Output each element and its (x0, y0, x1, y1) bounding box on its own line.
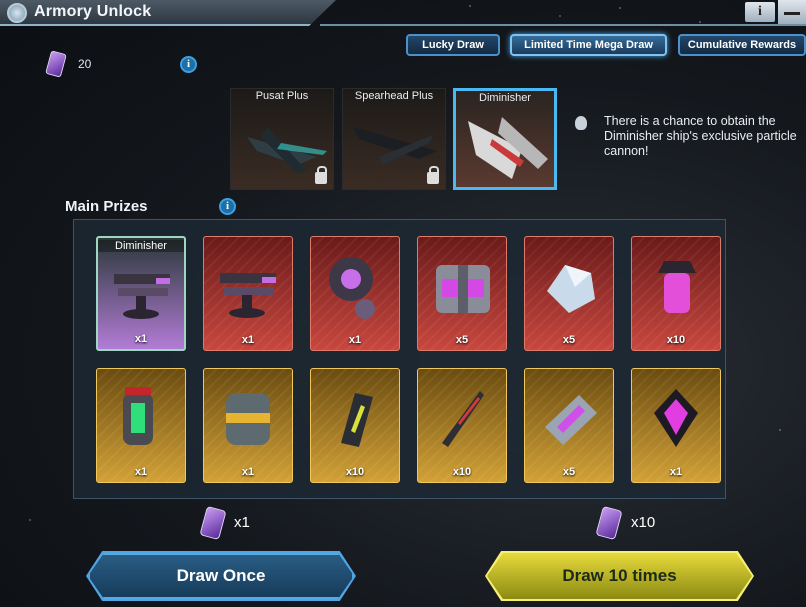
prize-card[interactable]: x10 (631, 236, 721, 351)
battery-pack-icon (545, 395, 597, 445)
dark-crystal-icon (654, 389, 698, 447)
currency-info-icon[interactable]: i (180, 56, 197, 73)
prize-card[interactable]: x10 (310, 368, 400, 483)
draw-ten-cost: x10 (631, 514, 656, 531)
tab-lucky-draw[interactable]: Lucky Draw (406, 34, 500, 56)
hint-text: There is a chance to obtain the Diminish… (604, 114, 797, 158)
core-module-icon (329, 257, 375, 319)
title-bar: Armory Unlock (0, 0, 336, 26)
ship-label: Pusat Plus (255, 90, 309, 102)
ship-image-diminisher (468, 117, 548, 179)
particle-cannon-icon (114, 274, 170, 319)
main-prizes-info-icon[interactable]: i (219, 198, 236, 215)
ship-image-pusat-plus (247, 127, 327, 173)
draw-ten-times-button[interactable]: Draw 10 times (487, 553, 752, 599)
prize-card[interactable]: x1 (96, 368, 186, 483)
prize-quantity: x1 (348, 334, 362, 346)
hint-icon (575, 116, 587, 130)
currency-count: 20 (78, 57, 92, 71)
fuel-canister-icon (123, 387, 153, 445)
ship-option-diminisher[interactable]: Diminisher (453, 88, 557, 190)
barrel-icon (226, 393, 270, 445)
minimize-button[interactable] (778, 0, 806, 24)
tab-cumulative-rewards[interactable]: Cumulative Rewards (678, 34, 806, 56)
lock-icon (315, 166, 327, 184)
prize-card[interactable]: x10 (417, 368, 507, 483)
prize-card[interactable]: x1 (631, 368, 721, 483)
draw-ticket-icon (199, 505, 227, 541)
prize-quantity: x5 (562, 334, 576, 346)
prize-card[interactable]: Diminisher x1 (96, 236, 186, 351)
energy-cell-icon (658, 261, 696, 313)
ship-option-pusat-plus[interactable]: Pusat Plus (230, 88, 334, 190)
blueprint-card-icon (341, 393, 373, 447)
prize-card[interactable]: x1 (310, 236, 400, 351)
main-prizes-title: Main Prizes (65, 198, 148, 215)
currency-display (45, 50, 67, 78)
prize-card[interactable]: x5 (417, 236, 507, 351)
prize-card[interactable]: x1 (203, 236, 293, 351)
lock-icon (427, 166, 439, 184)
prize-card[interactable]: x1 (203, 368, 293, 483)
prize-quantity: x1 (134, 466, 148, 478)
tab-limited-time-mega-draw[interactable]: Limited Time Mega Draw (510, 34, 667, 56)
armory-gear-icon (7, 3, 27, 23)
prize-quantity: x1 (669, 466, 683, 478)
prize-quantity: x1 (241, 334, 255, 346)
prize-quantity: x10 (452, 466, 472, 478)
ship-image-spearhead-plus (353, 127, 437, 165)
draw-ticket-icon (45, 50, 67, 78)
header-divider (320, 24, 806, 26)
crystal-ore-icon (547, 265, 595, 313)
info-button[interactable]: i (745, 2, 775, 22)
draw-once-button[interactable]: Draw Once (88, 553, 354, 599)
draw-ticket-icon (595, 505, 623, 541)
ship-label: Diminisher (479, 92, 531, 104)
page-title: Armory Unlock (34, 3, 152, 20)
prize-card[interactable]: x5 (524, 368, 614, 483)
prize-card[interactable]: x5 (524, 236, 614, 351)
prize-quantity: x5 (455, 334, 469, 346)
draw-once-cost: x1 (234, 514, 250, 531)
particle-cannon-icon (220, 273, 276, 318)
ship-option-spearhead-plus[interactable]: Spearhead Plus (342, 88, 446, 190)
prize-quantity: x10 (666, 334, 686, 346)
prize-quantity: x1 (134, 333, 148, 345)
crate-icon (436, 265, 490, 313)
rifle-part-icon (442, 391, 484, 447)
prize-panel: Diminisher x1 x1 x1 x5 x5 x10 x1 x1 x10 … (73, 219, 726, 499)
ship-label: Spearhead Plus (354, 90, 434, 102)
prize-quantity: x1 (241, 466, 255, 478)
prize-quantity: x10 (345, 466, 365, 478)
prize-label: Diminisher (98, 240, 184, 252)
prize-quantity: x5 (562, 466, 576, 478)
